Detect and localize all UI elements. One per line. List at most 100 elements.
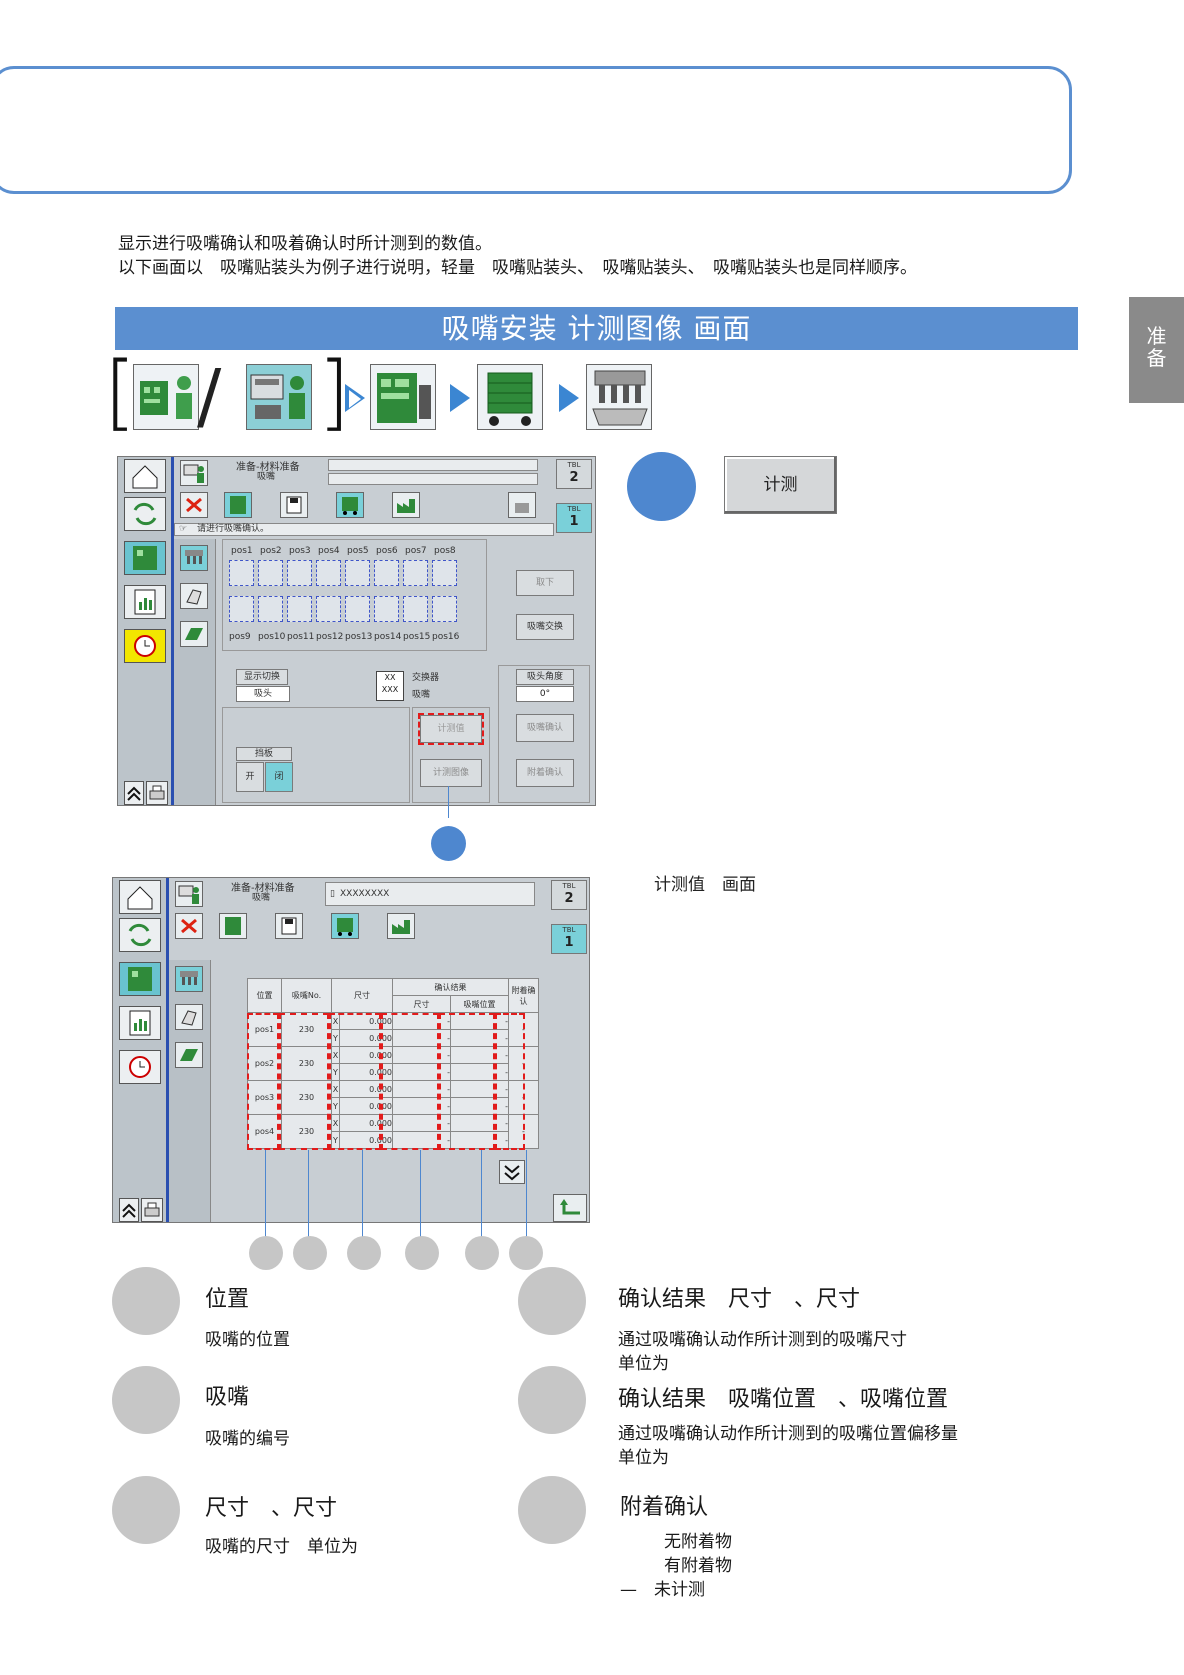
display-value-field[interactable]: 吸头 [236, 686, 290, 702]
nozzle-exchange-button[interactable]: 吸嘴交换 [516, 614, 574, 640]
legend-circle-result-position [518, 1366, 586, 1434]
alarm-clock-icon[interactable] [124, 629, 166, 663]
table-2-button[interactable]: TBL 2 [556, 459, 592, 489]
col-result-size: 尺寸 [392, 995, 451, 1013]
cancel-icon[interactable] [180, 492, 208, 518]
legend-circle-attach [518, 1476, 586, 1544]
left-menu-panel [118, 457, 174, 805]
printer-icon[interactable] [141, 1198, 163, 1222]
save-icon[interactable] [275, 913, 303, 939]
cycle-icon[interactable] [124, 497, 166, 531]
tray-tool-icon[interactable] [180, 621, 208, 647]
legend-attach-have: 有附着物 [664, 1556, 732, 1576]
nozzle-slot[interactable] [316, 596, 341, 622]
cancel-icon[interactable] [175, 913, 203, 939]
prep-menu-icon[interactable] [124, 541, 166, 575]
legend-size-desc: 吸嘴的尺寸 单位为 [205, 1537, 358, 1557]
legend-changer: 交换器 [412, 673, 440, 683]
display-switch-button[interactable]: 显示切换 [236, 669, 288, 685]
legend-position-desc: 吸嘴的位置 [205, 1330, 290, 1350]
nozzle-slot[interactable] [345, 560, 370, 586]
nozzle-setup-screen: 准备-材料准备 吸嘴 TBL 2 TBL 1 ☞ 请进行吸嘴确认。 pos1 po… [117, 456, 596, 806]
factory-icon[interactable] [392, 492, 420, 518]
scroll-down-icon[interactable] [499, 1160, 525, 1184]
attach-check-button[interactable]: 附着确认 [516, 759, 574, 787]
report-icon[interactable] [124, 585, 166, 619]
callout-line-f [526, 1150, 527, 1240]
nozzle-check-button[interactable]: 吸嘴确认 [516, 714, 574, 742]
measure-button[interactable]: 计测 [724, 456, 837, 514]
nav-bracket-open: [ [104, 345, 136, 440]
remove-button[interactable]: 取下 [516, 570, 574, 596]
home-icon[interactable] [124, 459, 166, 493]
shutter-label: 挡板 [236, 747, 292, 761]
nozzle-slot[interactable] [374, 596, 399, 622]
hand-tool-icon[interactable] [180, 583, 208, 609]
board-icon[interactable] [219, 913, 247, 939]
save-icon[interactable] [280, 492, 308, 518]
board-icon[interactable] [224, 492, 252, 518]
legend-attach-none: 无附着物 [664, 1532, 732, 1552]
pos-label: pos12 [316, 632, 344, 642]
measured-image-button[interactable]: 计测图像 [420, 759, 482, 787]
legend-nozzle-title: 吸嘴 [205, 1385, 250, 1410]
nozzle-slot[interactable] [287, 596, 312, 622]
highlight-attach [495, 1013, 525, 1150]
chapter-tab-line-2: 备 [1146, 346, 1167, 370]
nozzle-slot[interactable] [287, 560, 312, 586]
alarm-clock-icon[interactable] [119, 1050, 161, 1084]
nozzle-slot[interactable] [403, 560, 428, 586]
lock-icon[interactable] [508, 492, 536, 518]
feeder-icon[interactable] [336, 492, 364, 518]
tray-tool-icon[interactable] [175, 1042, 203, 1068]
nozzle-slot[interactable] [229, 596, 254, 622]
nozzle-slot[interactable] [258, 596, 283, 622]
home-icon[interactable] [119, 880, 161, 914]
cycle-icon[interactable] [119, 918, 161, 952]
callout-circle-b [293, 1236, 327, 1270]
pos-label: pos7 [405, 546, 427, 556]
pos-label: pos16 [432, 632, 460, 642]
nozzle-slot[interactable] [403, 596, 428, 622]
table-2-button[interactable]: TBL 2 [551, 880, 587, 910]
prep-menu-icon[interactable] [119, 962, 161, 996]
nozzle-slot[interactable] [258, 560, 283, 586]
shutter-open-button[interactable]: 开 [236, 762, 264, 792]
col-result-position: 吸嘴位置 [450, 995, 509, 1013]
hand-pointer-icon: ☞ [179, 524, 188, 534]
screen-nav-icon[interactable] [180, 460, 208, 486]
report-icon[interactable] [119, 1006, 161, 1040]
nozzle-tool-icon[interactable] [180, 545, 208, 571]
sub-tool-column [174, 539, 216, 805]
chapter-tab[interactable]: 准 备 [1129, 297, 1184, 403]
return-icon[interactable] [553, 1194, 587, 1222]
nozzle-slot[interactable] [432, 560, 457, 586]
nozzle-slot[interactable] [432, 596, 457, 622]
nozzle-slot[interactable] [229, 560, 254, 586]
callout-circle-e [465, 1236, 499, 1270]
legend-size-title: 尺寸 、尺寸 [205, 1496, 338, 1521]
head-angle-field[interactable]: 0° [516, 686, 574, 702]
hand-tool-icon[interactable] [175, 1004, 203, 1030]
pos-label: pos11 [287, 632, 315, 642]
info-bar-1 [328, 459, 538, 471]
table-1-button[interactable]: TBL 1 [556, 503, 592, 533]
shutter-close-button[interactable]: 闭 [265, 762, 293, 792]
pos-label: pos1 [231, 546, 253, 556]
nozzle-slot[interactable] [374, 560, 399, 586]
factory-icon[interactable] [387, 913, 415, 939]
feeder-icon[interactable] [331, 913, 359, 939]
scroll-up-icon[interactable] [124, 781, 144, 805]
scroll-up-icon[interactable] [119, 1198, 139, 1222]
legend-result-position-title: 确认结果 吸嘴位置 、吸嘴位置 [618, 1387, 949, 1412]
callout-line-d [420, 1150, 421, 1240]
pos-label: pos14 [374, 632, 402, 642]
screen-nav-icon[interactable] [175, 881, 203, 907]
legend-attach-title: 附着确认 [620, 1495, 709, 1520]
measured-value-screen: 准备-材料准备 吸嘴 ▯ XXXXXXXX TBL 2 TBL 1 位置 吸嘴N… [112, 877, 590, 1223]
nozzle-slot[interactable] [345, 596, 370, 622]
nozzle-tool-icon[interactable] [175, 966, 203, 992]
table-1-button[interactable]: TBL 1 [551, 924, 587, 954]
printer-icon[interactable] [146, 781, 168, 805]
nozzle-slot[interactable] [316, 560, 341, 586]
